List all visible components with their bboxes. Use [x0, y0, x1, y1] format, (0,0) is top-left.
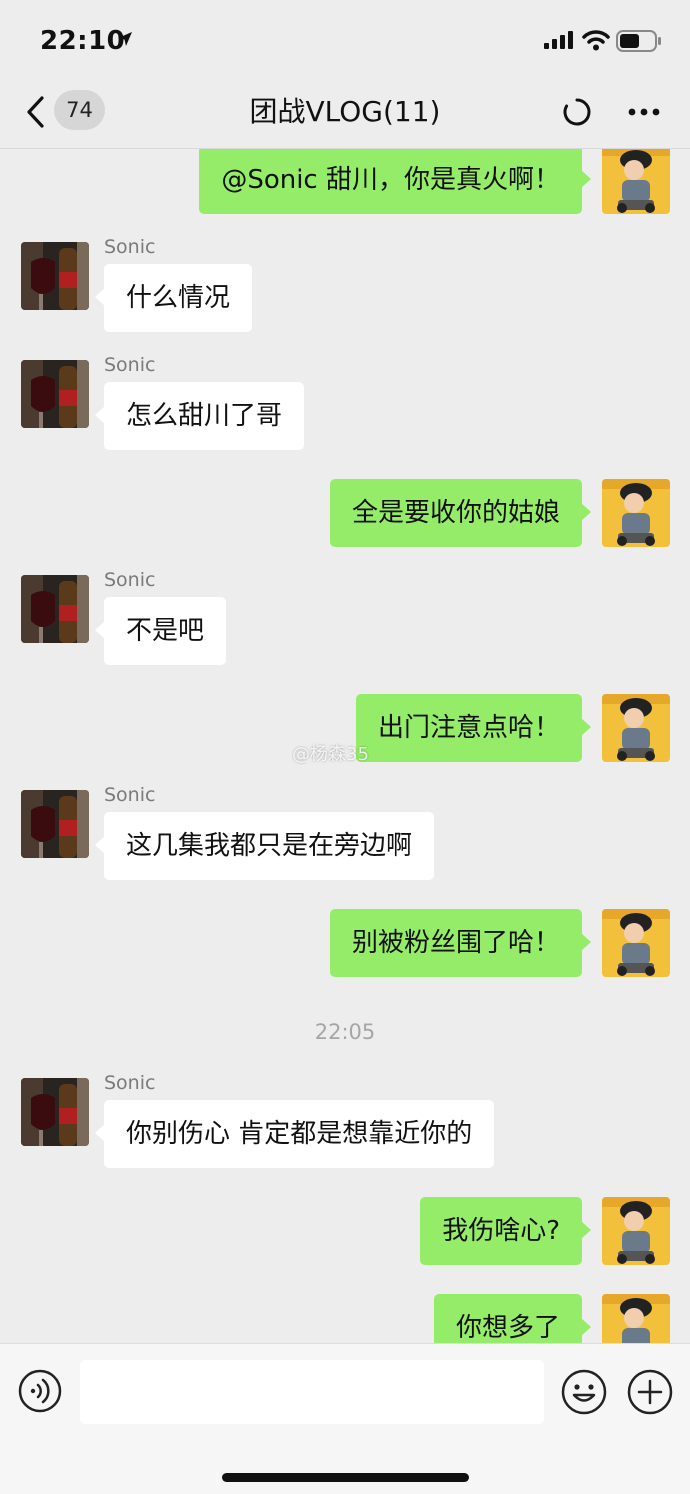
- sender-name: Sonic: [104, 569, 156, 591]
- outgoing-message-bubble[interactable]: 全是要收你的姑娘: [329, 479, 592, 547]
- self-avatar[interactable]: [602, 1197, 670, 1265]
- outgoing-message-bubble[interactable]: 你想多了: [433, 1294, 592, 1343]
- chevron-left-icon[interactable]: [22, 94, 52, 130]
- battery-icon: [616, 30, 661, 52]
- incoming-message-bubble[interactable]: 怎么甜川了哥: [94, 382, 305, 450]
- emoji-icon[interactable]: [561, 1369, 607, 1415]
- sender-avatar[interactable]: [21, 360, 89, 428]
- plus-icon[interactable]: [627, 1369, 673, 1415]
- self-avatar[interactable]: [602, 148, 670, 214]
- watermark: @杨森35: [292, 744, 369, 765]
- voice-icon[interactable]: [18, 1369, 62, 1413]
- nav-bar: 74 团战VLOG(11): [0, 80, 690, 149]
- outgoing-message-bubble[interactable]: 别被粉丝围了哈！: [329, 909, 592, 977]
- location-arrow-icon: [118, 32, 132, 46]
- sender-name: Sonic: [104, 354, 156, 376]
- status-bar: 22:10: [0, 0, 690, 80]
- more-icon[interactable]: [624, 96, 664, 128]
- status-time: 22:10: [40, 26, 126, 56]
- unread-badge[interactable]: 74: [54, 90, 105, 130]
- self-avatar[interactable]: [602, 694, 670, 762]
- sender-name: Sonic: [104, 1072, 156, 1094]
- sender-avatar[interactable]: [21, 790, 89, 858]
- time-divider: 22:05: [314, 1020, 376, 1044]
- incoming-message-bubble[interactable]: 不是吧: [94, 597, 227, 665]
- sender-avatar[interactable]: [21, 1078, 89, 1146]
- outgoing-message-bubble[interactable]: @Sonic 甜川，你是真火啊！: [199, 148, 591, 214]
- refresh-icon[interactable]: [561, 96, 593, 128]
- incoming-message-bubble[interactable]: 你别伤心 肯定都是想靠近你的: [94, 1100, 495, 1168]
- sender-name: Sonic: [104, 784, 156, 806]
- wifi-icon: [582, 30, 610, 51]
- sender-avatar[interactable]: [21, 242, 89, 310]
- input-bar: [0, 1343, 690, 1494]
- self-avatar[interactable]: [602, 1294, 670, 1343]
- incoming-message-bubble[interactable]: 这几集我都只是在旁边啊: [94, 812, 435, 880]
- message-input[interactable]: [80, 1360, 544, 1424]
- outgoing-message-bubble[interactable]: 我伤啥心?: [420, 1197, 591, 1265]
- signal-icon: [544, 31, 573, 49]
- self-avatar[interactable]: [602, 909, 670, 977]
- sender-avatar[interactable]: [21, 575, 89, 643]
- self-avatar[interactable]: [602, 479, 670, 547]
- sender-name: Sonic: [104, 236, 156, 258]
- incoming-message-bubble[interactable]: 什么情况: [94, 264, 253, 332]
- home-indicator: [222, 1473, 469, 1482]
- outgoing-message-bubble[interactable]: 出门注意点哈！: [355, 694, 592, 762]
